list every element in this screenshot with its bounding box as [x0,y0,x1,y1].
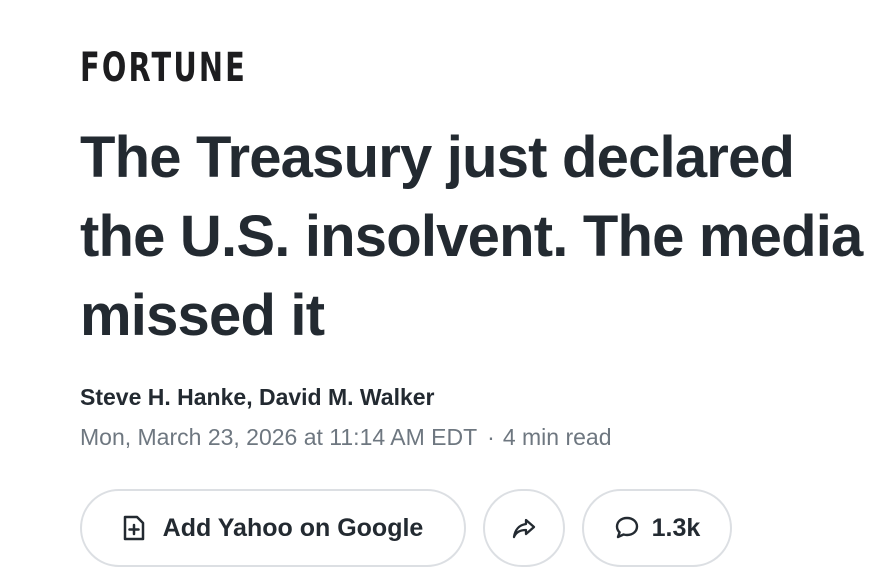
comments-button[interactable]: 1.3k [582,489,732,567]
comments-count: 1.3k [651,513,701,542]
comment-bubble-icon [614,515,640,541]
add-yahoo-on-google-label: Add Yahoo on Google [162,513,424,542]
read-time: 4 min read [502,424,612,450]
publish-date: Mon, March 23, 2026 at 11:14 AM EDT [80,424,478,450]
add-document-icon [123,515,145,541]
article-meta: Mon, March 23, 2026 at 11:14 AM EDT · 4 mi… [80,422,612,452]
publisher-logo: FORTUNE [80,45,247,91]
meta-separator: · [487,424,495,450]
add-yahoo-on-google-button[interactable]: Add Yahoo on Google [80,489,466,567]
article-authors[interactable]: Steve H. Hanke, David M. Walker [80,382,435,412]
article-headline: The Treasury just declared the U.S. inso… [80,125,863,348]
share-button[interactable] [483,489,565,567]
share-arrow-icon [511,517,537,539]
